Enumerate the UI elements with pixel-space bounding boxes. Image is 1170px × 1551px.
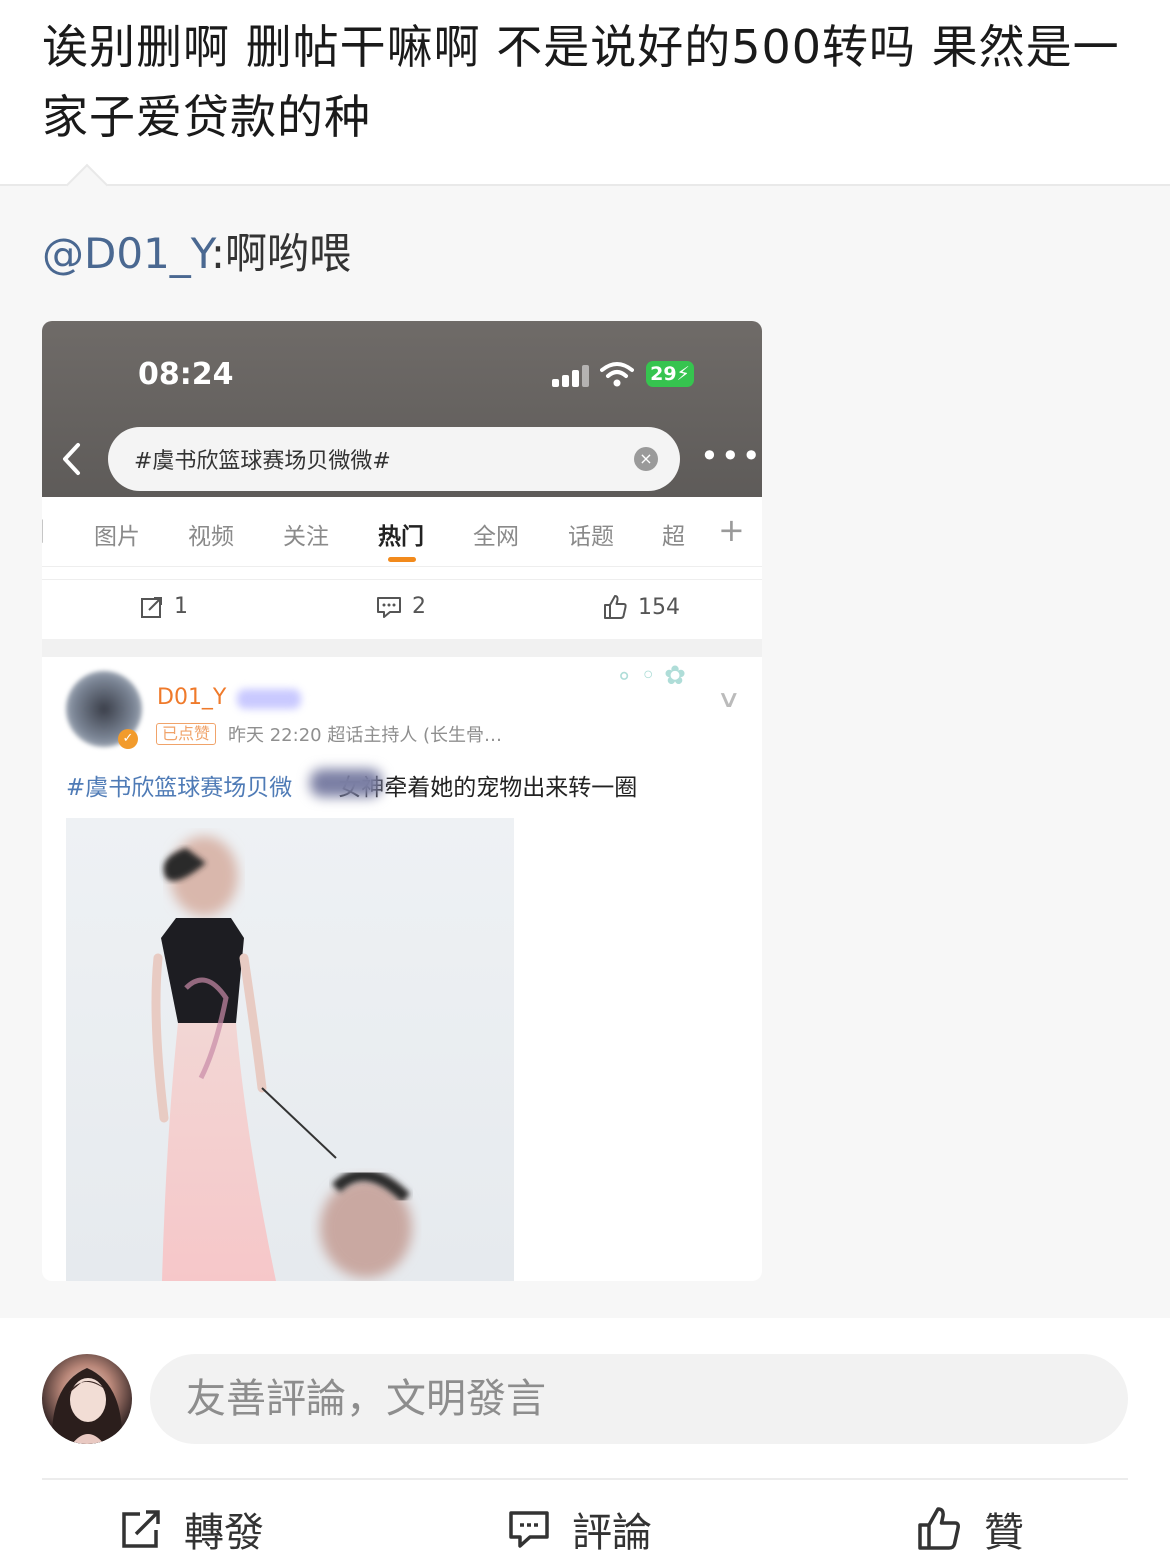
feed-gap bbox=[42, 639, 762, 657]
shot-repost: 1 bbox=[140, 594, 188, 619]
verified-badge-icon: ✓ bbox=[118, 729, 138, 749]
weibo-meta: 昨天 22:20 超话主持人 (长生骨… bbox=[228, 725, 503, 746]
tab-hot: 热门 bbox=[378, 524, 424, 550]
repost-mention-link[interactable]: @D01_Y bbox=[42, 229, 211, 278]
comment-input[interactable] bbox=[150, 1354, 1128, 1444]
decoration-icon: ∘ ◦ ✿ bbox=[616, 661, 686, 691]
current-user-avatar[interactable] bbox=[42, 1354, 132, 1444]
shot-header: 08:24 29⚡ #虞书欣篮球赛场贝微微# × ••• bbox=[42, 321, 762, 497]
dress-illustration bbox=[151, 836, 412, 1281]
thumbs-up-icon bbox=[604, 595, 627, 619]
tab-all: 全网 bbox=[473, 524, 519, 550]
search-text: #虞书欣篮球赛场贝微微# bbox=[134, 449, 391, 474]
bottom-divider bbox=[42, 1478, 1128, 1480]
like-label: 贊 bbox=[984, 1510, 1024, 1551]
tab-super: 超 bbox=[662, 524, 685, 550]
shot-like-count: 154 bbox=[638, 594, 680, 620]
weibo-hashtag: #虞书欣篮球赛场贝微 bbox=[66, 775, 293, 801]
repost-label: 轉發 bbox=[184, 1510, 264, 1551]
back-arrow-icon bbox=[63, 443, 80, 475]
liked-tag: 已点赞 bbox=[156, 723, 217, 745]
avatar-portrait bbox=[51, 1368, 123, 1444]
username-blur bbox=[237, 689, 301, 709]
chevron-down-icon: ∨ bbox=[716, 685, 742, 713]
repost-image[interactable]: 08:24 29⚡ #虞书欣篮球赛场贝微微# × ••• 图片 视频 关注 热门… bbox=[42, 321, 762, 1281]
comment-icon bbox=[377, 596, 401, 618]
weibo-body: 女神牵着她的宠物出来转一圈 bbox=[338, 775, 638, 801]
share-icon bbox=[122, 1510, 160, 1548]
like-button[interactable]: 贊 bbox=[916, 1500, 1024, 1551]
weibo-header: ✓ D01_Y 已点赞 昨天 22:20 超话主持人 (长生骨… ∘ ◦ ✿ ∨ bbox=[42, 657, 762, 777]
shot-like: 154 bbox=[602, 594, 680, 620]
share-icon bbox=[141, 596, 162, 618]
weibo-photo bbox=[66, 818, 514, 1281]
comment-button[interactable]: 評論 bbox=[508, 1500, 652, 1551]
tab-videos: 视频 bbox=[188, 524, 234, 550]
tab-bar: | 图片 视频 关注 热门 全网 话题 超 + bbox=[42, 497, 762, 567]
wifi-icon bbox=[600, 362, 634, 387]
clear-icon: × bbox=[634, 447, 658, 471]
tab-topics: 话题 bbox=[568, 524, 614, 550]
comment-label: 評論 bbox=[572, 1510, 652, 1551]
shot-actions: 1 2 154 bbox=[42, 579, 762, 639]
tab-images: 图片 bbox=[94, 524, 140, 550]
shot-comment-count: 2 bbox=[412, 594, 426, 619]
status-time: 08:24 bbox=[138, 357, 234, 392]
battery-icon: 29⚡ bbox=[646, 361, 694, 387]
thumbs-up-icon bbox=[918, 1507, 960, 1550]
repost-button[interactable]: 轉發 bbox=[120, 1500, 264, 1551]
more-icon: ••• bbox=[700, 437, 762, 475]
comment-icon bbox=[509, 1511, 549, 1548]
tab-underline bbox=[388, 557, 416, 562]
text-blur bbox=[310, 769, 382, 797]
repost-caret bbox=[65, 163, 109, 207]
repost-text: :啊哟喂 bbox=[210, 229, 352, 278]
weibo-username: D01_Y bbox=[157, 685, 227, 710]
repost-card[interactable]: @D01_Y:啊哟喂 08:24 29⚡ #虞书欣篮球赛场贝微微# × ••• … bbox=[0, 163, 1170, 1318]
add-tab-icon: + bbox=[718, 511, 745, 549]
signal-icon bbox=[552, 365, 590, 387]
shot-repost-count: 1 bbox=[174, 594, 188, 619]
repost-line: @D01_Y:啊哟喂 bbox=[42, 226, 351, 282]
post-text: 诶别删啊 删帖干嘛啊 不是说好的500转吗 果然是一家子爱贷款的种 bbox=[42, 20, 1120, 144]
battery-level: 29 bbox=[650, 363, 677, 385]
tab-following: 关注 bbox=[283, 524, 329, 550]
search-bar: #虞书欣篮球赛场贝微微# × bbox=[108, 427, 680, 491]
shot-comment: 2 bbox=[376, 594, 426, 619]
